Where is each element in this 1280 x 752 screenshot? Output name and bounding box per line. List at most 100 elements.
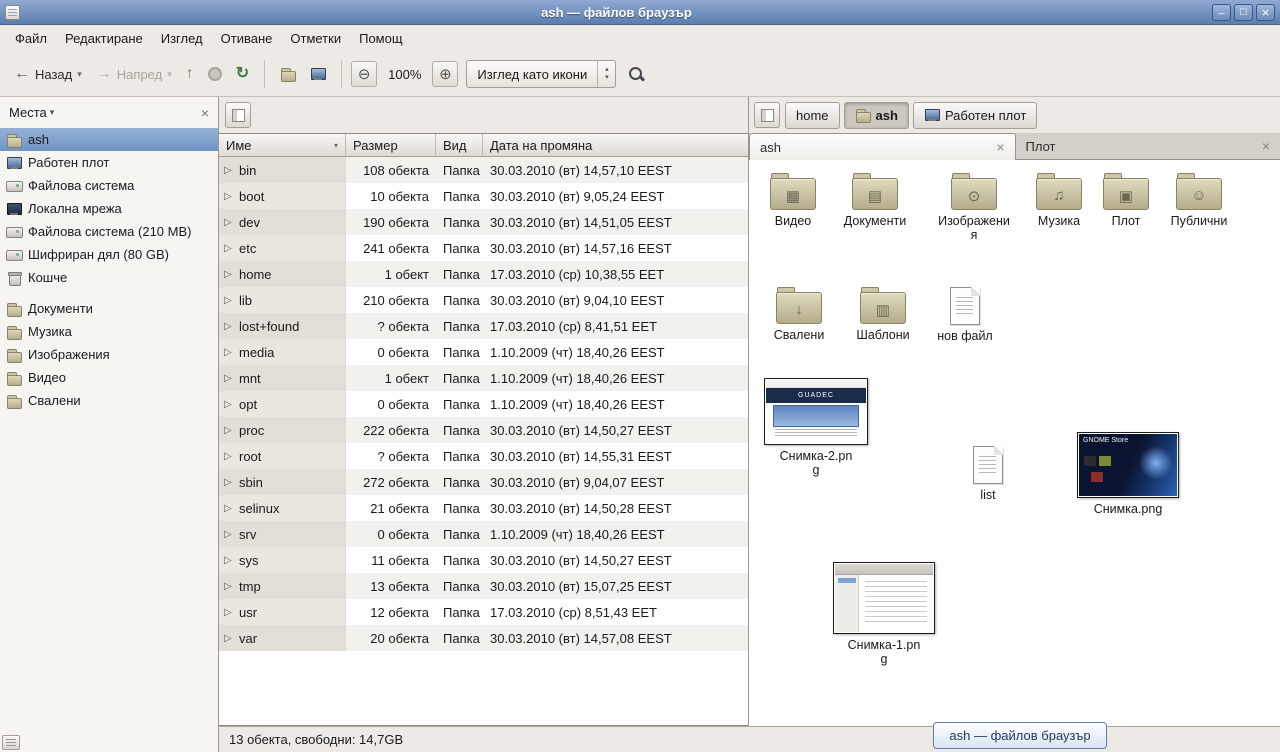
view-mode-select[interactable]: Изглед като икони (466, 60, 616, 88)
expander-icon[interactable] (224, 503, 235, 514)
table-row[interactable]: lost+found ? обекта Папка 17.03.2010 (ср… (219, 313, 748, 339)
back-history-chevron-icon[interactable] (77, 69, 82, 80)
expander-icon[interactable] (224, 581, 235, 592)
sidebar-item[interactable]: Изображения (0, 343, 218, 366)
expander-icon[interactable] (224, 243, 235, 254)
sidebar-item[interactable]: Шифриран дял (80 GB) (0, 243, 218, 266)
icon-grid-item[interactable]: ▥ GUADEC (841, 287, 925, 342)
menu-item[interactable]: Файл (6, 27, 56, 50)
icon-grid-item[interactable]: ⊙ GUADEC (931, 173, 1017, 243)
combo-spinner-icon[interactable] (597, 61, 615, 87)
menu-item[interactable]: Редактиране (56, 27, 152, 50)
expander-icon[interactable] (224, 269, 235, 280)
icon-grid-item[interactable]: ▤ GUADEC (833, 173, 917, 228)
tab-desktop[interactable]: Плот (1016, 133, 1280, 160)
home-button[interactable] (274, 58, 302, 90)
sidebar-item[interactable]: Кошче (0, 266, 218, 289)
sidebar-item[interactable]: Локална мрежа (0, 197, 218, 220)
path-button[interactable]: home (785, 102, 840, 129)
tab-ash[interactable]: ash (749, 133, 1016, 160)
sidebar-mode-chevron-icon[interactable] (50, 107, 55, 118)
icon-grid-item[interactable]: ♫ GUADEC (1017, 173, 1101, 228)
forward-button[interactable]: Напред (90, 58, 178, 90)
zoom-out-button[interactable] (351, 61, 377, 87)
table-row[interactable]: home 1 обект Папка 17.03.2010 (ср) 10,38… (219, 261, 748, 287)
expander-icon[interactable] (224, 633, 235, 644)
back-button[interactable]: Назад (8, 58, 88, 90)
taskbar-window-button[interactable]: ash — файлов браузър (933, 722, 1107, 749)
maximize-button[interactable] (1234, 4, 1253, 21)
table-row[interactable]: etc 241 обекта Папка 30.03.2010 (вт) 14,… (219, 235, 748, 261)
sidebar-item[interactable]: Видео (0, 366, 218, 389)
icon-grid-item[interactable]: GUADEC GNOME Store (957, 446, 1019, 502)
expander-icon[interactable] (224, 295, 235, 306)
table-row[interactable]: selinux 21 обекта Папка 30.03.2010 (вт) … (219, 495, 748, 521)
icon-grid-item[interactable]: ☺ GUADEC (1157, 173, 1241, 228)
table-row[interactable]: boot 10 обекта Папка 30.03.2010 (вт) 9,0… (219, 183, 748, 209)
sidebar-item[interactable]: Файлова система (0, 174, 218, 197)
sidebar-resize-grip[interactable] (2, 735, 20, 750)
sidebar-close-icon[interactable] (201, 105, 209, 121)
table-row[interactable]: srv 0 обекта Папка 1.10.2009 (чт) 18,40,… (219, 521, 748, 547)
expander-icon[interactable] (224, 217, 235, 228)
expander-icon[interactable] (224, 477, 235, 488)
path-button[interactable]: Работен плот (913, 102, 1037, 129)
column-header-name[interactable]: Име (219, 134, 346, 157)
up-button[interactable] (180, 58, 200, 90)
expander-icon[interactable] (224, 399, 235, 410)
expander-icon[interactable] (224, 191, 235, 202)
menu-item[interactable]: Помощ (350, 27, 411, 50)
expander-icon[interactable] (224, 347, 235, 358)
minimize-button[interactable] (1212, 4, 1231, 21)
sidebar-item[interactable]: Файлова система (210 MB) (0, 220, 218, 243)
pane-location-button[interactable] (225, 102, 251, 128)
table-row[interactable]: bin 108 обекта Папка 30.03.2010 (вт) 14,… (219, 157, 748, 183)
expander-icon[interactable] (224, 321, 235, 332)
column-header-size[interactable]: Размер (346, 134, 436, 157)
expander-icon[interactable] (224, 607, 235, 618)
icon-grid-item[interactable]: ▦ GUADEC (751, 173, 835, 228)
expander-icon[interactable] (224, 165, 235, 176)
stop-button[interactable] (202, 58, 228, 90)
path-button[interactable]: ash (844, 102, 909, 129)
expander-icon[interactable] (224, 373, 235, 384)
pane-location-button[interactable] (754, 102, 780, 128)
expander-icon[interactable] (224, 555, 235, 566)
icon-grid-item[interactable]: GUADEC GNOME Store (1075, 432, 1181, 516)
expander-icon[interactable] (224, 451, 235, 462)
menu-item[interactable]: Изглед (152, 27, 212, 50)
icon-grid-item[interactable]: GUADEC GNOME Store (923, 287, 1007, 343)
table-row[interactable]: usr 12 обекта Папка 17.03.2010 (ср) 8,51… (219, 599, 748, 625)
icon-grid-item[interactable]: ▣ GUADEC (1091, 173, 1161, 228)
expander-icon[interactable] (224, 425, 235, 436)
sidebar-item[interactable]: Документи (0, 297, 218, 320)
table-row[interactable]: opt 0 обекта Папка 1.10.2009 (чт) 18,40,… (219, 391, 748, 417)
table-row[interactable]: sbin 272 обекта Папка 30.03.2010 (вт) 9,… (219, 469, 748, 495)
icon-grid-item[interactable]: ↓ GUADEC (757, 287, 841, 342)
table-row[interactable]: root ? обекта Папка 30.03.2010 (вт) 14,5… (219, 443, 748, 469)
table-row[interactable]: proc 222 обекта Папка 30.03.2010 (вт) 14… (219, 417, 748, 443)
zoom-in-button[interactable] (432, 61, 458, 87)
tab-close-icon[interactable] (1262, 139, 1270, 153)
close-button[interactable] (1256, 4, 1275, 21)
sidebar-item[interactable]: ash (0, 128, 218, 151)
column-header-date[interactable]: Дата на промяна (483, 134, 748, 157)
reload-button[interactable] (230, 58, 255, 90)
table-row[interactable]: dev 190 обекта Папка 30.03.2010 (вт) 14,… (219, 209, 748, 235)
table-row[interactable]: mnt 1 обект Папка 1.10.2009 (чт) 18,40,2… (219, 365, 748, 391)
table-row[interactable]: lib 210 обекта Папка 30.03.2010 (вт) 9,0… (219, 287, 748, 313)
icon-grid-item[interactable]: GUADEC GNOME Store (763, 378, 869, 478)
table-row[interactable]: var 20 обекта Папка 30.03.2010 (вт) 14,5… (219, 625, 748, 651)
sidebar-item[interactable]: Свалени (0, 389, 218, 412)
expander-icon[interactable] (224, 529, 235, 540)
icon-grid-item[interactable]: GUADEC GNOME Store (831, 562, 937, 667)
table-row[interactable]: media 0 обекта Папка 1.10.2009 (чт) 18,4… (219, 339, 748, 365)
column-header-type[interactable]: Вид (436, 134, 483, 157)
sidebar-item[interactable]: Работен плот (0, 151, 218, 174)
sidebar-item[interactable]: Музика (0, 320, 218, 343)
search-icon[interactable] (628, 66, 645, 83)
menu-item[interactable]: Отметки (281, 27, 350, 50)
table-row[interactable]: tmp 13 обекта Папка 30.03.2010 (вт) 15,0… (219, 573, 748, 599)
menu-item[interactable]: Отиване (212, 27, 282, 50)
table-row[interactable]: sys 11 обекта Папка 30.03.2010 (вт) 14,5… (219, 547, 748, 573)
